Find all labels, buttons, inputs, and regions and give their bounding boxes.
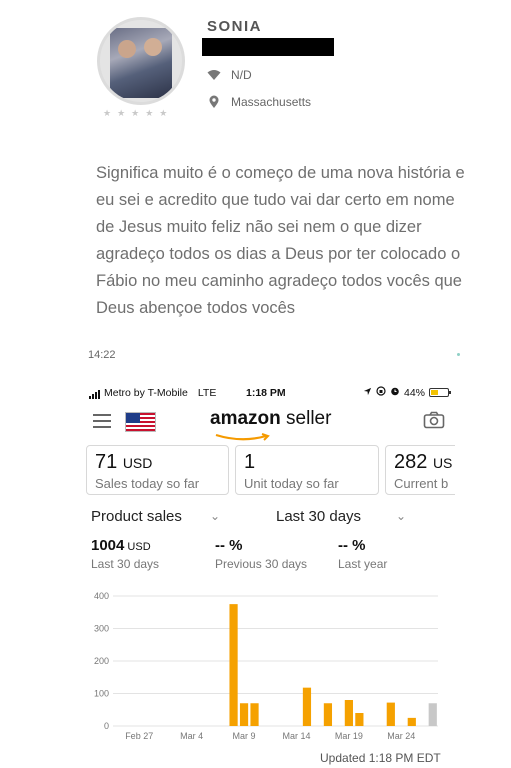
us-flag-icon[interactable] (125, 412, 156, 432)
current-day-bar[interactable] (428, 703, 437, 726)
wifi-text: N/D (231, 68, 252, 82)
y-tick-label: 200 (94, 656, 109, 666)
decorative-dot (457, 353, 460, 356)
y-tick-label: 100 (94, 689, 109, 699)
rating-stars: ★★★★★ (103, 108, 174, 118)
network-type: LTE (197, 387, 217, 399)
signal-icon (89, 390, 100, 399)
wifi-row: N/D (207, 68, 252, 82)
metric-previous-30-days: -- % Previous 30 days (215, 537, 308, 571)
amazon-seller-logo: amazon seller (210, 408, 331, 441)
units-today-card[interactable]: 1 Unit today so far (235, 445, 379, 495)
app-header: amazon seller (83, 405, 455, 441)
location-row: Massachusetts (207, 95, 311, 109)
sales-bar[interactable] (344, 700, 353, 726)
y-tick-label: 300 (94, 624, 109, 634)
metric-last-year: -- % Last year (338, 537, 388, 571)
chevron-down-icon[interactable]: ⌄ (396, 509, 406, 523)
chart-selectors: Product sales ⌄ Last 30 days ⌄ (83, 508, 455, 528)
profile-name: SONIA (207, 18, 263, 35)
sales-bar[interactable] (355, 713, 364, 726)
x-tick-label: Feb 27 (125, 731, 153, 741)
x-tick-label: Mar 4 (180, 731, 203, 741)
redacted-block (202, 38, 334, 56)
current-balance-card[interactable]: 282 US Current b (385, 445, 455, 495)
battery-icon (429, 388, 451, 397)
sales-bar[interactable] (229, 604, 238, 726)
chevron-down-icon[interactable]: ⌄ (210, 509, 220, 523)
sales-bar[interactable] (386, 702, 395, 726)
x-tick-label: Mar 24 (387, 731, 415, 741)
battery-percent: 44% (403, 386, 425, 399)
camera-icon[interactable] (423, 411, 445, 434)
metric-dropdown[interactable]: Product sales (91, 508, 182, 525)
range-dropdown[interactable]: Last 30 days (276, 508, 361, 525)
rotation-lock-icon (376, 386, 386, 399)
timestamp: 14:22 (88, 349, 116, 361)
sales-bar[interactable] (407, 717, 416, 726)
metric-last-30-days: 1004 USD Last 30 days (91, 537, 160, 571)
sales-bar[interactable] (250, 703, 259, 726)
sales-bar[interactable] (302, 687, 312, 726)
amazon-smile-icon (215, 433, 270, 441)
summary-cards: 71 USD Sales today so far 1 Unit today s… (83, 445, 455, 495)
alarm-icon (390, 386, 400, 399)
location-pin-icon (207, 95, 221, 109)
sales-bar[interactable] (239, 703, 249, 726)
location-arrow-icon (363, 387, 372, 399)
sales-bar[interactable] (323, 703, 333, 726)
x-tick-label: Mar 19 (335, 731, 363, 741)
menu-icon[interactable] (93, 414, 111, 428)
status-clock: 1:18 PM (246, 387, 286, 399)
y-tick-label: 0 (104, 721, 109, 731)
updated-timestamp: Updated 1:18 PM EDT (320, 751, 441, 765)
location-text: Massachusetts (231, 95, 312, 109)
testimonial-text: Significa muito é o começo de uma nova h… (96, 164, 465, 317)
x-tick-label: Mar 9 (233, 731, 256, 741)
avatar (97, 17, 185, 105)
x-tick-label: Mar 14 (282, 731, 310, 741)
sales-bar-chart: 0 100 200 300 400 Feb 27 Mar 4 Mar 9 Mar 14 Mar 1… (94, 591, 438, 741)
carrier-name: Metro by T-Mobile (104, 387, 188, 399)
seller-app-screenshot: Metro by T-Mobile LTE 1:18 PM 44% amazon… (83, 381, 455, 768)
y-tick-label: 400 (94, 591, 109, 601)
wifi-icon (207, 69, 221, 81)
sales-today-card[interactable]: 71 USD Sales today so far (86, 445, 229, 495)
status-bar: Metro by T-Mobile LTE 1:18 PM 44% (83, 381, 455, 403)
